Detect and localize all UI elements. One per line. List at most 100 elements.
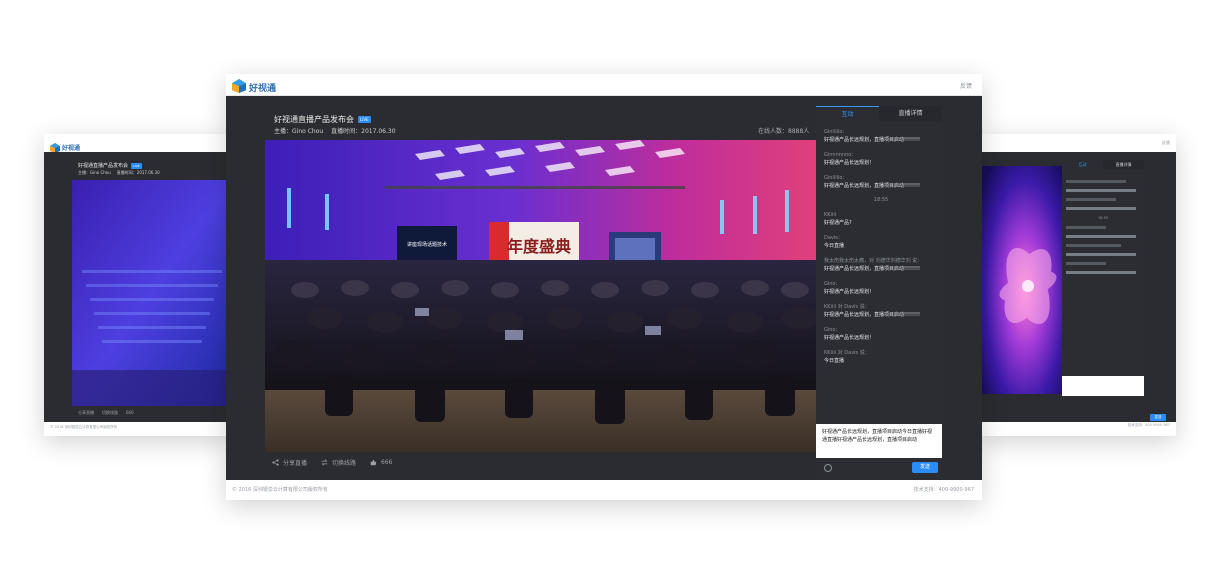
main-window: 好视通 反馈 好视通直播产品发布会 LIVE 主播：Gino Chou 直播时间… bbox=[226, 74, 982, 500]
left-switch-button[interactable]: 切换线路 bbox=[102, 410, 118, 416]
footer-support: 技术支持：400-9900-967 bbox=[913, 487, 974, 493]
chat-compose-text: 好视通产品长远规划，直播项目启动今日直播好视通直播好视通产品长远规划，直播项目启… bbox=[822, 429, 933, 443]
left-time: 直播时间：2017.06.30 bbox=[116, 170, 160, 175]
chat-message-text: 好视通产品长远规划，直播项目启动!!!!!!!! bbox=[824, 137, 921, 143]
right-tab-interact[interactable]: 互动 bbox=[1062, 160, 1103, 170]
main-logo-text: 好视通 bbox=[249, 84, 277, 94]
right-msg-line bbox=[1066, 180, 1126, 183]
tab-details[interactable]: 直播详情 bbox=[879, 106, 942, 122]
chat-message-text: 好视通产品长远规划，直播项目启动!!!!!!!! bbox=[824, 312, 921, 318]
feedback-link[interactable]: 反馈 bbox=[960, 81, 972, 90]
chat-message-user: 我太伤我太伤太痛，对 刘德华刘德华刘 说： bbox=[824, 258, 923, 264]
chat-message: Davis： 今日直播 bbox=[824, 234, 938, 250]
chat-message: Ginnnnnno： 好视通产品长远规划！ bbox=[824, 151, 938, 167]
right-chat-time: 18:55 bbox=[1097, 216, 1109, 220]
chat-compose-input[interactable]: 好视通产品长远规划，直播项目启动今日直播好视通直播好视通产品长远规划，直播项目启… bbox=[816, 424, 942, 458]
stream-title-row: 好视通直播产品发布会 LIVE bbox=[274, 114, 371, 125]
left-title-row: 好视通直播产品发布会 LIVE bbox=[78, 162, 142, 169]
right-msg-line bbox=[1066, 235, 1136, 238]
left-stats: 分享直播 切换线路 666 bbox=[78, 410, 134, 416]
chat-messages: Ginlililo： 好视通产品长远规划，直播项目启动!!!!!!!! Ginn… bbox=[824, 128, 938, 372]
switch-icon bbox=[321, 459, 328, 466]
left-share-button[interactable]: 分享直播 bbox=[78, 410, 94, 416]
right-chat-messages: 18:55 bbox=[1062, 170, 1144, 274]
chat-message-text: 今日直播 bbox=[824, 358, 845, 364]
chat-timestamp: 18:55 bbox=[873, 197, 889, 203]
left-footer-copyright: © 2016 深圳银澎云计算有限公司版权所有 bbox=[50, 425, 118, 429]
chat-message-text: 好视通产品? bbox=[824, 220, 852, 226]
right-send-button[interactable]: 发送 bbox=[1150, 414, 1166, 421]
like-count: 666 bbox=[381, 459, 393, 466]
video-player[interactable]: 讲座现场话题技术 年度盛典 bbox=[265, 140, 816, 452]
main-dark-area: 好视通直播产品发布会 LIVE 主播：Gino Chou 直播时间：2017.0… bbox=[226, 96, 982, 480]
chat-message-user: Ginnnnnno： bbox=[824, 152, 857, 158]
chat-message: 我太伤我太伤太痛，对 刘德华刘德华刘 说： 好视通产品长远规划，直播项目启动!!… bbox=[824, 257, 938, 273]
like-button[interactable]: 666 bbox=[370, 459, 392, 466]
live-badge: LIVE bbox=[358, 116, 371, 123]
thumbs-up-icon bbox=[370, 459, 377, 466]
chat-message-text: 好视通产品长远规划，直播项目启动!!!!!!!! bbox=[824, 266, 921, 272]
share-icon bbox=[272, 459, 279, 466]
right-msg-line bbox=[1066, 244, 1121, 247]
left-meta: 主播：Gino Chou 直播时间：2017.06.30 bbox=[78, 170, 160, 176]
right-feedback-link[interactable]: 反馈 bbox=[1162, 140, 1170, 146]
switch-line-button[interactable]: 切换线路 bbox=[321, 458, 356, 467]
right-msg-line bbox=[1066, 189, 1136, 192]
chat-message-user: KKiiii 对 Davis 说： bbox=[824, 350, 870, 356]
chat-message-text: 好视通产品长远规划，直播项目启动!!!!!!!! bbox=[824, 183, 921, 189]
main-window-bar: 好视通 反馈 bbox=[226, 74, 982, 96]
chat-message-text: 今日直播 bbox=[824, 243, 845, 249]
send-button[interactable]: 发送 bbox=[912, 462, 938, 473]
emoji-icon[interactable] bbox=[824, 464, 832, 472]
left-logo-text: 好视通 bbox=[62, 145, 81, 152]
right-msg-line bbox=[1066, 262, 1106, 265]
left-likes[interactable]: 666 bbox=[126, 410, 134, 416]
side-screen-text: 讲座现场话题技术 bbox=[407, 241, 447, 248]
left-dark-area: 好视通直播产品发布会 LIVE 主播：Gino Chou 直播时间：2017.0… bbox=[44, 152, 232, 422]
logo-icon bbox=[232, 78, 246, 97]
chat-message-text: 好视通产品长远规划！ bbox=[824, 160, 875, 166]
share-label: 分享直播 bbox=[283, 460, 308, 467]
stream-meta: 主播：Gino Chou 直播时间：2017.06.30 bbox=[274, 126, 396, 135]
share-button[interactable]: 分享直播 bbox=[272, 458, 307, 467]
chat-message-user: Davis： bbox=[824, 235, 843, 241]
chat-message: KKiiii 对 Davis 说： 好视通产品长远规划，直播项目启动!!!!!!… bbox=[824, 303, 938, 319]
chat-message: Ginlililo： 好视通产品长远规划，直播项目启动!!!!!!!! bbox=[824, 128, 938, 144]
footer-copyright: © 2016 深圳银澎云计算有限公司版权所有 bbox=[232, 487, 328, 493]
switch-label: 切换线路 bbox=[332, 460, 357, 467]
showcase-stage: 好视通 好视通直播产品发布会 LIVE 主播：Gino Chou 直播时间：20… bbox=[0, 0, 1220, 570]
chat-message-user: KKiiii bbox=[824, 212, 837, 218]
online-count: 在线人数：8888人 bbox=[758, 128, 810, 135]
right-preview-window: 反馈 互动 直播详情 18:55 发送 技术支持：400-9900-967 bbox=[980, 134, 1176, 436]
left-window-bar: 好视通 bbox=[44, 134, 232, 153]
right-compose[interactable] bbox=[1062, 376, 1144, 396]
tab-interact[interactable]: 互动 bbox=[816, 106, 879, 122]
stream-time: 直播时间：2017.06.30 bbox=[331, 128, 396, 135]
left-video bbox=[72, 180, 232, 406]
video-actions: 分享直播 切换线路 666 bbox=[272, 458, 392, 467]
right-chat-tabs: 互动 直播详情 bbox=[1062, 160, 1144, 170]
left-live-badge: LIVE bbox=[131, 162, 142, 169]
right-msg-line bbox=[1066, 253, 1136, 256]
right-msg-line bbox=[1066, 226, 1106, 229]
right-msg-line bbox=[1066, 207, 1136, 210]
right-window-bar: 反馈 bbox=[980, 134, 1176, 152]
main-screen-text: 年度盛典 bbox=[507, 237, 571, 256]
stream-host: 主播：Gino Chou bbox=[274, 128, 324, 135]
chat-message: Gino： 好视通产品长远规划！ bbox=[824, 326, 938, 342]
stream-title: 好视通直播产品发布会 bbox=[274, 115, 354, 124]
chat-message-user: Ginlililo： bbox=[824, 129, 848, 135]
chat-message: Ginlililo： 好视通产品长远规划，直播项目启动!!!!!!!! bbox=[824, 174, 938, 190]
chat-message: KKiiii 对 Davis 说： 今日直播 bbox=[824, 349, 938, 365]
left-preview-window: 好视通 好视通直播产品发布会 LIVE 主播：Gino Chou 直播时间：20… bbox=[44, 134, 232, 436]
right-dark-area: 互动 直播详情 18:55 发送 bbox=[980, 152, 1176, 422]
right-footer-support: 技术支持：400-9900-967 bbox=[1127, 423, 1170, 427]
right-tab-details[interactable]: 直播详情 bbox=[1103, 160, 1144, 170]
chat-tabs: 互动 直播详情 bbox=[816, 106, 942, 122]
chat-message-user: Ginlililo： bbox=[824, 175, 848, 181]
chat-message: KKiiii 好视通产品? bbox=[824, 211, 938, 227]
main-logo: 好视通 bbox=[232, 78, 276, 97]
chat-message: Gino： 好视通产品长远规划！ bbox=[824, 280, 938, 296]
left-host: 主播：Gino Chou bbox=[78, 170, 111, 175]
chat-message-text: 好视通产品长远规划！ bbox=[824, 335, 875, 341]
